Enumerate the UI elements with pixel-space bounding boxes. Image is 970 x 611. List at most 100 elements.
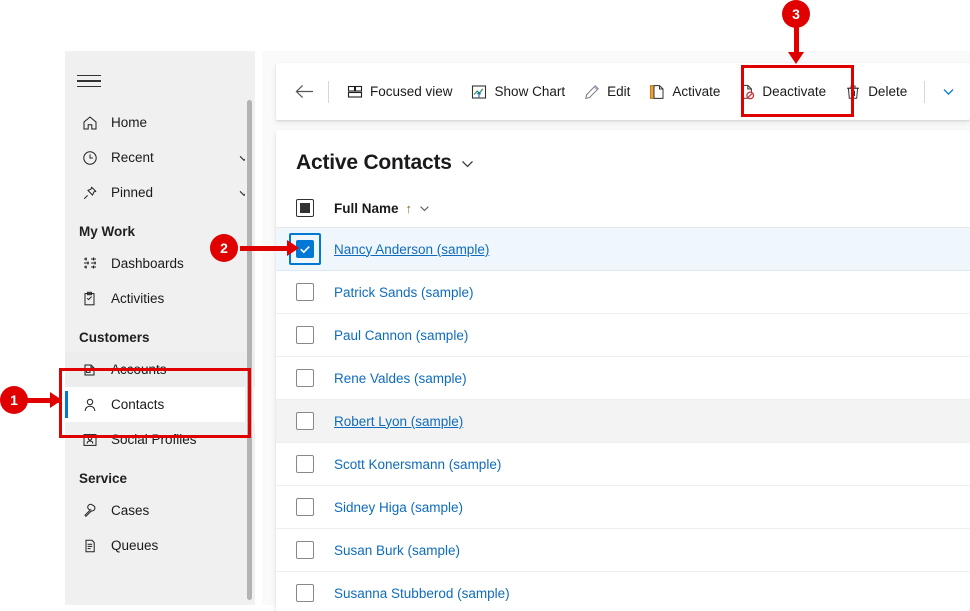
grid-header-row: Full Name ↑ [276,189,970,228]
sort-up-arrow-icon: ↑ [406,201,413,216]
table-row[interactable]: Scott Konersmann (sample) [276,443,970,486]
annotation-badge-2: 2 [210,234,238,262]
contacts-grid: Active Contacts Full Name ↑ [276,130,970,611]
row-checkbox-cell[interactable] [276,541,334,559]
show-chart-icon [471,83,488,100]
row-checkbox[interactable] [296,369,314,387]
sidebar-item-label: Pinned [111,185,233,200]
row-checkbox-cell[interactable] [276,455,334,473]
row-checkbox-cell[interactable] [276,584,334,602]
sidebar-item-pinned[interactable]: Pinned [65,175,255,210]
edit-button[interactable]: Edit [574,75,639,109]
view-selector[interactable]: Active Contacts [276,130,970,189]
trash-icon [844,83,861,100]
sidebar-item-label: Accounts [111,362,255,377]
row-checkbox[interactable] [296,412,314,430]
row-checkbox-cell[interactable] [276,326,334,344]
sidebar-group-customers: Customers [65,316,255,352]
row-checkbox-cell[interactable] [276,369,334,387]
sidebar-group-service: Service [65,457,255,493]
contact-name-link[interactable]: Scott Konersmann (sample) [334,457,501,472]
sidebar-item-recent[interactable]: Recent [65,140,255,175]
clock-icon [79,148,101,168]
contact-name-link[interactable]: Susanna Stubberod (sample) [334,586,510,601]
table-row[interactable]: Susan Burk (sample) [276,529,970,572]
contact-name-link[interactable]: Robert Lyon (sample) [334,414,463,429]
sidebar-item-queues[interactable]: Queues [65,528,255,563]
row-checkbox[interactable] [296,498,314,516]
row-checkbox-cell[interactable] [276,498,334,516]
row-checkbox-cell[interactable] [276,412,334,430]
main-content-area: Focused view Show Chart Edit Activate De [262,51,970,605]
back-arrow-icon[interactable] [288,76,320,108]
case-icon [79,501,101,521]
activate-button[interactable]: Activate [639,75,729,109]
table-row[interactable]: Sidney Higa (sample) [276,486,970,529]
command-overflow-chevron-down-icon[interactable] [933,76,963,108]
edit-pencil-icon [583,83,600,100]
row-checkbox[interactable] [296,584,314,602]
queue-icon [79,536,101,556]
command-button-label: Deactivate [762,84,826,99]
table-row[interactable]: Susanna Stubberod (sample) [276,572,970,611]
sidebar-item-cases[interactable]: Cases [65,493,255,528]
column-header-full-name[interactable]: Full Name ↑ [334,201,430,216]
row-checkbox[interactable] [296,326,314,344]
hamburger-menu-icon[interactable] [77,61,121,101]
command-bar-divider [924,81,925,103]
row-checkbox[interactable] [296,283,314,301]
table-row[interactable]: Rene Valdes (sample) [276,357,970,400]
sidebar-item-label: Social Profiles [111,432,255,447]
sidebar-item-activities[interactable]: Activities [65,281,255,316]
command-button-label: Focused view [370,84,453,99]
chevron-down-icon[interactable] [460,156,475,171]
annotation-arrow-2 [287,240,299,256]
contact-name-link[interactable]: Sidney Higa (sample) [334,500,463,515]
sidebar-item-social-profiles[interactable]: Social Profiles [65,422,255,457]
contact-name-link[interactable]: Patrick Sands (sample) [334,285,474,300]
annotation-badge-3: 3 [782,0,810,28]
command-button-label: Activate [672,84,720,99]
contact-name-link[interactable]: Susan Burk (sample) [334,543,460,558]
command-bar: Focused view Show Chart Edit Activate De [276,63,970,120]
contact-name-link[interactable]: Rene Valdes (sample) [334,371,467,386]
command-button-label: Edit [607,84,630,99]
hamburger-bar [77,75,101,77]
hamburger-bar [77,86,101,88]
focused-view-icon [346,83,363,100]
activate-icon [648,83,665,100]
sidebar-item-accounts[interactable]: Accounts [65,352,255,387]
contact-name-link[interactable]: Nancy Anderson (sample) [334,242,489,257]
sidebar-item-label: Cases [111,503,255,518]
column-header-label: Full Name [334,201,399,216]
sidebar-scrollbar-thumb[interactable] [247,100,252,600]
sidebar-scrollbar-track[interactable] [245,51,254,605]
table-row[interactable]: Nancy Anderson (sample) [276,228,970,271]
row-checkbox[interactable] [296,541,314,559]
hamburger-bar [77,80,101,82]
command-bar-divider [328,81,329,103]
table-row[interactable]: Paul Cannon (sample) [276,314,970,357]
select-all-checkbox[interactable] [296,199,314,217]
row-checkbox-cell[interactable] [276,283,334,301]
annotation-arrow-3 [788,52,804,64]
sidebar-item-contacts[interactable]: Contacts [65,387,255,422]
row-checkbox[interactable] [296,455,314,473]
delete-button[interactable]: Delete [835,75,916,109]
sidebar-item-label: Queues [111,538,255,553]
table-row[interactable]: Patrick Sands (sample) [276,271,970,314]
accounts-icon [79,360,101,380]
chevron-down-icon[interactable] [419,203,430,214]
select-all-cell[interactable] [276,199,334,217]
contact-name-link[interactable]: Paul Cannon (sample) [334,328,468,343]
command-button-label: Show Chart [495,84,566,99]
deactivate-button[interactable]: Deactivate [729,75,835,109]
home-icon [79,113,101,133]
table-row[interactable]: Robert Lyon (sample) [276,400,970,443]
focused-view-button[interactable]: Focused view [337,75,462,109]
sidebar-item-home[interactable]: Home [65,105,255,140]
annotation-badge-1: 1 [0,386,28,414]
sidebar-item-label: Recent [111,150,233,165]
show-chart-button[interactable]: Show Chart [462,75,575,109]
page-title: Active Contacts [296,151,452,175]
